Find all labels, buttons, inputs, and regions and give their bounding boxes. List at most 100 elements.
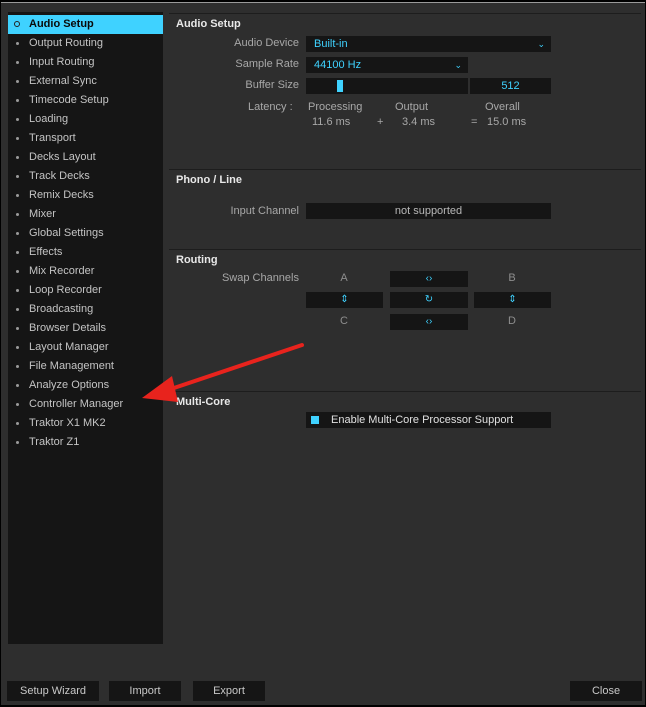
bullet-icon	[16, 213, 19, 216]
bullet-icon	[16, 384, 19, 387]
audio-device-label: Audio Device	[169, 37, 299, 49]
sidebar-item-broadcasting[interactable]: Broadcasting	[8, 300, 163, 319]
slider-handle[interactable]	[337, 80, 343, 92]
close-button[interactable]: Close	[570, 681, 642, 701]
export-button[interactable]: Export	[193, 681, 265, 701]
section-title-audio-setup: Audio Setup	[176, 18, 241, 30]
setup-wizard-button[interactable]: Setup Wizard	[7, 681, 99, 701]
swap-vertical-icon: ⇕	[340, 294, 348, 305]
sidebar-item-file-management[interactable]: File Management	[8, 357, 163, 376]
bullet-icon	[16, 422, 19, 425]
sidebar-item-label: Audio Setup	[29, 18, 94, 30]
swap-ac-button[interactable]: ⇕	[306, 292, 383, 308]
buffer-size-slider[interactable]	[306, 78, 468, 94]
bullet-icon	[16, 403, 19, 406]
section-title-multi-core: Multi-Core	[176, 396, 230, 408]
sidebar-item-timecode-setup[interactable]: Timecode Setup	[8, 91, 163, 110]
bullet-icon	[16, 137, 19, 140]
bullet-icon	[14, 21, 20, 27]
routing-section: Routing Swap Channels A ‹› B ⇕ ↻ ⇕ C ‹› …	[169, 249, 641, 391]
sidebar-item-external-sync[interactable]: External Sync	[8, 72, 163, 91]
sidebar-item-output-routing[interactable]: Output Routing	[8, 34, 163, 53]
sidebar-item-remix-decks[interactable]: Remix Decks	[8, 186, 163, 205]
deck-c-label: C	[306, 315, 382, 327]
rotate-icon: ↻	[425, 294, 433, 305]
swap-horizontal-icon: ‹›	[426, 273, 433, 284]
sidebar-item-label: Loading	[29, 113, 68, 125]
sidebar-item-label: Global Settings	[29, 227, 104, 239]
sidebar-item-label: Effects	[29, 246, 62, 258]
sidebar-item-traktor-z1[interactable]: Traktor Z1	[8, 433, 163, 452]
bullet-icon	[16, 365, 19, 368]
swap-cd-button[interactable]: ‹›	[390, 314, 468, 330]
buffer-size-label: Buffer Size	[169, 79, 299, 91]
sidebar-item-label: Analyze Options	[29, 379, 109, 391]
overall-label: Overall	[485, 101, 520, 113]
swap-ab-button[interactable]: ‹›	[390, 271, 468, 287]
sample-rate-value: 44100 Hz	[314, 59, 361, 71]
sidebar-item-label: Remix Decks	[29, 189, 94, 201]
buffer-size-value: 512	[470, 78, 551, 94]
sidebar-item-label: Track Decks	[29, 170, 90, 182]
sidebar: Audio Setup Output Routing Input Routing Ex…	[8, 12, 163, 644]
sidebar-item-label: Controller Manager	[29, 398, 123, 410]
section-title-phono-line: Phono / Line	[176, 174, 242, 186]
swap-vertical-icon: ⇕	[508, 294, 516, 305]
import-button[interactable]: Import	[109, 681, 181, 701]
processing-label: Processing	[308, 101, 362, 113]
bullet-icon	[16, 175, 19, 178]
chevron-down-icon: ⌄	[454, 57, 462, 73]
checkbox-checked-icon[interactable]	[311, 416, 319, 424]
bullet-icon	[16, 80, 19, 83]
sidebar-item-label: Output Routing	[29, 37, 103, 49]
sidebar-item-input-routing[interactable]: Input Routing	[8, 53, 163, 72]
bullet-icon	[16, 156, 19, 159]
sidebar-item-effects[interactable]: Effects	[8, 243, 163, 262]
sidebar-item-decks-layout[interactable]: Decks Layout	[8, 148, 163, 167]
sidebar-item-browser-details[interactable]: Browser Details	[8, 319, 163, 338]
bullet-icon	[16, 118, 19, 121]
sidebar-item-traktor-x1-mk2[interactable]: Traktor X1 MK2	[8, 414, 163, 433]
sidebar-item-controller-manager[interactable]: Controller Manager	[8, 395, 163, 414]
sidebar-item-mix-recorder[interactable]: Mix Recorder	[8, 262, 163, 281]
sidebar-item-loop-recorder[interactable]: Loop Recorder	[8, 281, 163, 300]
bullet-icon	[16, 251, 19, 254]
output-value: 3.4 ms	[402, 116, 435, 128]
bullet-icon	[16, 61, 19, 64]
equals-sign: =	[471, 116, 477, 128]
sidebar-item-label: Transport	[29, 132, 76, 144]
rotate-channels-button[interactable]: ↻	[390, 292, 468, 308]
multi-core-checkbox-row[interactable]: Enable Multi-Core Processor Support	[306, 412, 551, 428]
multi-core-checkbox-label: Enable Multi-Core Processor Support	[331, 414, 513, 426]
sidebar-item-label: Input Routing	[29, 56, 94, 68]
sidebar-item-label: Broadcasting	[29, 303, 93, 315]
sidebar-item-label: Decks Layout	[29, 151, 96, 163]
overall-value: 15.0 ms	[487, 116, 526, 128]
preferences-window: Audio Setup Output Routing Input Routing Ex…	[1, 2, 645, 705]
sidebar-item-mixer[interactable]: Mixer	[8, 205, 163, 224]
sidebar-item-loading[interactable]: Loading	[8, 110, 163, 129]
sidebar-item-track-decks[interactable]: Track Decks	[8, 167, 163, 186]
plus-sign: +	[377, 116, 383, 128]
output-label: Output	[395, 101, 428, 113]
sidebar-item-audio-setup[interactable]: Audio Setup	[8, 15, 163, 34]
bullet-icon	[16, 99, 19, 102]
bullet-icon	[16, 441, 19, 444]
sidebar-item-label: Browser Details	[29, 322, 106, 334]
bullet-icon	[16, 270, 19, 273]
chevron-down-icon: ⌄	[537, 36, 545, 52]
sidebar-item-analyze-options[interactable]: Analyze Options	[8, 376, 163, 395]
audio-device-dropdown[interactable]: Built-in ⌄	[306, 36, 551, 52]
sidebar-item-global-settings[interactable]: Global Settings	[8, 224, 163, 243]
swap-bd-button[interactable]: ⇕	[474, 292, 551, 308]
audio-setup-section: Audio Setup Audio Device Built-in ⌄ Samp…	[169, 13, 641, 168]
sidebar-item-layout-manager[interactable]: Layout Manager	[8, 338, 163, 357]
sample-rate-dropdown[interactable]: 44100 Hz ⌄	[306, 57, 468, 73]
sidebar-item-transport[interactable]: Transport	[8, 129, 163, 148]
bullet-icon	[16, 327, 19, 330]
sample-rate-label: Sample Rate	[169, 58, 299, 70]
input-channel-label: Input Channel	[169, 205, 299, 217]
sidebar-item-label: External Sync	[29, 75, 97, 87]
bullet-icon	[16, 232, 19, 235]
swap-horizontal-icon: ‹›	[426, 316, 433, 327]
